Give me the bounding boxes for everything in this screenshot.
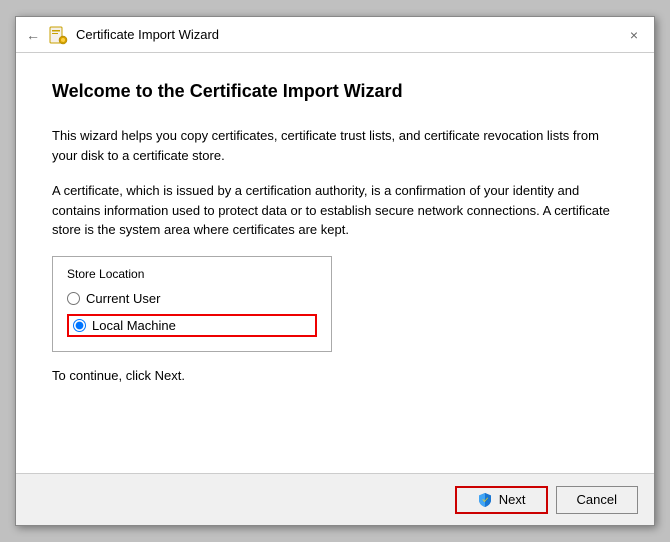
- current-user-radio[interactable]: [67, 292, 80, 305]
- title-bar-left: ← Certificate Import Wizard: [26, 25, 219, 45]
- current-user-label[interactable]: Current User: [86, 291, 160, 306]
- description-1: This wizard helps you copy certificates,…: [52, 126, 618, 165]
- local-machine-radio[interactable]: [73, 319, 86, 332]
- store-location-label: Store Location: [67, 267, 317, 281]
- next-label: Next: [499, 492, 526, 507]
- description-2: A certificate, which is issued by a cert…: [52, 181, 618, 240]
- title-bar: ← Certificate Import Wizard ×: [16, 17, 654, 53]
- footer: Next Cancel: [16, 473, 654, 525]
- shield-icon: [477, 492, 493, 508]
- cancel-label: Cancel: [577, 492, 617, 507]
- current-user-option[interactable]: Current User: [67, 291, 317, 306]
- close-button[interactable]: ×: [624, 25, 644, 45]
- local-machine-label[interactable]: Local Machine: [92, 318, 176, 333]
- next-button[interactable]: Next: [455, 486, 548, 514]
- wizard-heading: Welcome to the Certificate Import Wizard: [52, 81, 618, 102]
- certificate-icon: [48, 25, 68, 45]
- wizard-content: Welcome to the Certificate Import Wizard…: [16, 53, 654, 473]
- store-location-group: Store Location Current User Local Machin…: [52, 256, 332, 352]
- title-bar-title: Certificate Import Wizard: [76, 27, 219, 42]
- continue-text: To continue, click Next.: [52, 368, 618, 383]
- cancel-button[interactable]: Cancel: [556, 486, 638, 514]
- wizard-window: ← Certificate Import Wizard × Welcome to…: [15, 16, 655, 526]
- back-button[interactable]: ←: [26, 27, 40, 43]
- local-machine-option-highlighted[interactable]: Local Machine: [67, 314, 317, 337]
